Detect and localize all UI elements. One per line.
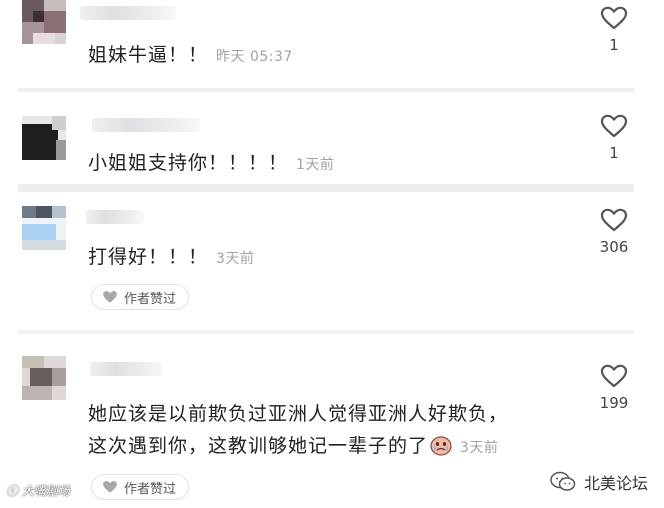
tearful-face-emoji-icon xyxy=(430,434,452,456)
author-liked-label: 作者赞过 xyxy=(124,481,177,497)
comment-body: 打得好！！！ xyxy=(88,246,209,268)
like-button[interactable]: 1 xyxy=(588,114,640,162)
avatar[interactable] xyxy=(22,356,66,400)
comment-body: 姐妹牛逼！！ xyxy=(88,44,209,66)
heart-outline-icon xyxy=(600,364,628,388)
heart-filled-icon xyxy=(103,291,117,303)
like-count: 1 xyxy=(609,36,619,54)
comment-text: 小姐姐支持你！！！！ 1天前 xyxy=(88,148,334,175)
username-blurred[interactable] xyxy=(92,118,200,132)
like-button[interactable]: 306 xyxy=(588,208,640,256)
watermark-right-label: 北美论坛 xyxy=(583,474,648,493)
like-button[interactable]: 199 xyxy=(588,364,640,412)
author-liked-badge: 作者赞过 xyxy=(91,474,190,500)
author-liked-label: 作者赞过 xyxy=(124,291,177,307)
heart-outline-icon xyxy=(600,114,628,138)
comment-text: 打得好！！！ 3天前 xyxy=(88,242,254,269)
comment-body-line-1: 她应该是以前欺负过亚洲人觉得亚洲人好欺负， xyxy=(88,403,509,425)
comment-body-line-2: 这次遇到你，这教训够她记一辈子的了 3天前 xyxy=(88,430,508,464)
comment-time: 昨天 05:37 xyxy=(216,49,293,65)
comment-time: 3天前 xyxy=(460,440,499,456)
watermark-right: 北美论坛 xyxy=(550,470,648,494)
comment-time: 3天前 xyxy=(216,251,255,267)
avatar[interactable] xyxy=(22,0,66,44)
like-count: 199 xyxy=(599,394,629,412)
comment-text: 她应该是以前欺负过亚洲人觉得亚洲人好欺负， 这次遇到你，这教训够她记一辈子的了 3… xyxy=(88,398,508,464)
username-blurred[interactable] xyxy=(80,6,176,20)
comment-list: 姐妹牛逼！！ 昨天 05:37 1 小姐姐支持你！！！！ 1天前 1 打得好！！… xyxy=(0,0,664,508)
heart-outline-icon xyxy=(600,6,628,30)
heart-filled-icon xyxy=(103,481,117,493)
divider xyxy=(18,88,634,92)
like-count: 306 xyxy=(599,238,629,256)
avatar[interactable] xyxy=(22,116,66,160)
username-blurred[interactable] xyxy=(86,210,144,224)
comment-body: 小姐姐支持你！！！！ xyxy=(88,152,289,174)
like-count: 1 xyxy=(609,144,619,162)
avatar[interactable] xyxy=(22,206,66,250)
like-button[interactable]: 1 xyxy=(588,6,640,54)
watermark-left: ⓒ 大嘴剧场 xyxy=(6,484,70,498)
comment-text: 姐妹牛逼！！ 昨天 05:37 xyxy=(88,40,293,67)
wechat-icon xyxy=(550,471,576,491)
divider xyxy=(18,330,634,334)
username-blurred[interactable] xyxy=(90,362,162,376)
heart-outline-icon xyxy=(600,208,628,232)
author-liked-badge: 作者赞过 xyxy=(91,284,190,310)
comment-time: 1天前 xyxy=(296,157,335,173)
comment-body: 这次遇到你，这教训够她记一辈子的了 xyxy=(88,435,429,457)
divider xyxy=(18,184,634,192)
